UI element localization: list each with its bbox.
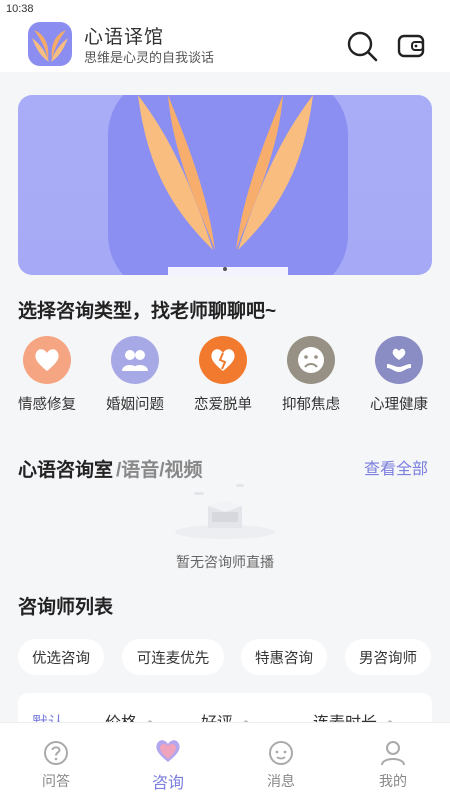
app-header: 心语译馆 思维是心灵的自我谈话	[0, 20, 450, 72]
filter-chip-voice-priority[interactable]: 可连麦优先	[122, 639, 224, 675]
heart-bubble-icon	[23, 336, 71, 384]
status-time: 10:38	[6, 3, 34, 15]
category-depression-anxiety[interactable]: 抑郁焦虑	[271, 336, 351, 414]
tab-messages[interactable]: 消息	[241, 739, 321, 791]
tab-label: 消息	[267, 773, 295, 789]
empty-box-illustration	[172, 478, 278, 540]
category-dating[interactable]: 恋爱脱单	[183, 336, 263, 414]
category-section-title: 选择咨询类型，找老师聊聊吧~	[18, 301, 277, 322]
counselor-list-title: 咨询师列表	[18, 597, 114, 618]
filter-chip-male[interactable]: 男咨询师	[345, 639, 431, 675]
app-slogan: 思维是心灵的自我谈话	[84, 50, 215, 65]
empty-state-text: 暂无咨询师直播	[176, 554, 274, 570]
heart-chat-icon	[156, 740, 180, 762]
category-label: 心理健康	[370, 397, 428, 413]
category-label: 情感修复	[18, 397, 76, 413]
filter-chip-label: 可连麦优先	[136, 650, 210, 667]
sad-face-icon	[287, 336, 335, 384]
category-label: 恋爱脱单	[194, 397, 252, 413]
app-logo	[28, 22, 72, 66]
filter-chip-label: 特惠咨询	[255, 650, 313, 667]
tab-label: 问答	[42, 773, 70, 789]
tab-consult[interactable]: 咨询	[128, 737, 208, 793]
bottom-tab-bar: 问答 咨询 消息 我的	[0, 722, 450, 800]
couple-icon	[111, 336, 159, 384]
tab-qa[interactable]: 问答	[16, 739, 96, 791]
message-icon	[269, 741, 293, 765]
tab-label: 咨询	[151, 775, 184, 792]
category-emotion-repair[interactable]: 情感修复	[7, 336, 87, 414]
heart-hand-icon	[375, 336, 423, 384]
category-label: 抑郁焦虑	[282, 397, 340, 413]
promo-banner[interactable]	[18, 95, 432, 275]
app-name: 心语译馆	[84, 27, 165, 48]
broken-heart-icon	[199, 336, 247, 384]
filter-chip-label: 优选咨询	[32, 650, 90, 667]
room-section-title: 心语咨询室	[18, 460, 114, 481]
category-marriage[interactable]: 婚姻问题	[95, 336, 175, 414]
status-bar: 10:38	[0, 0, 450, 20]
user-icon	[381, 741, 405, 766]
tab-label: 我的	[379, 773, 407, 789]
question-icon	[44, 741, 68, 765]
category-label: 婚姻问题	[106, 397, 164, 413]
search-icon[interactable]	[346, 30, 378, 62]
category-mental-health[interactable]: 心理健康	[359, 336, 439, 414]
view-all-link[interactable]: 查看全部	[364, 455, 428, 479]
filter-chip-discount[interactable]: 特惠咨询	[241, 639, 327, 675]
wallet-icon[interactable]	[396, 30, 428, 62]
filter-chip-featured[interactable]: 优选咨询	[18, 639, 104, 675]
tab-profile[interactable]: 我的	[353, 739, 433, 791]
filter-chip-label: 男咨询师	[359, 650, 417, 667]
